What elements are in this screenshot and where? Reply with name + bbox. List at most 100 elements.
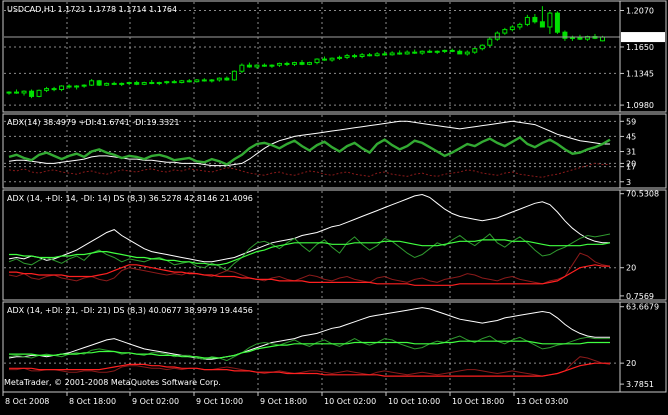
indicator-tick-label: 17	[626, 163, 636, 172]
candle-down	[554, 12, 560, 33]
candle-up	[194, 79, 200, 83]
candle-down	[577, 36, 583, 40]
current-price-label: 1.1764	[626, 33, 654, 42]
indicator-title: ADX (14, +DI: 14, -DI: 14) DS (8,3) 36.5…	[7, 194, 253, 203]
text-layer: 1.2070 1.1650 1.1345 1.0980 1.1764 USDCAD,H1 …	[5, 5, 665, 406]
candle-down	[29, 90, 35, 97]
price-chart-title: USDCAD,H1 1.1721 1.1778 1.1714 1.1764	[7, 5, 177, 14]
candle-up	[21, 90, 27, 94]
series-di-line	[8, 252, 611, 285]
candle-down	[96, 80, 102, 86]
time-tick-label: 13 Oct 03:00	[516, 397, 568, 406]
indicator-tick-label: 59	[626, 117, 636, 126]
candle-up	[44, 88, 50, 91]
candle-down	[186, 80, 192, 83]
candle-up	[464, 51, 470, 55]
candle-down	[284, 62, 290, 65]
candle-up	[126, 82, 132, 85]
candle-up	[502, 29, 508, 34]
series-di-line	[8, 335, 610, 362]
series-di-line	[8, 162, 610, 178]
candle-down	[449, 49, 455, 52]
candle-up	[389, 52, 395, 56]
candle-up	[119, 82, 125, 85]
candle-up	[479, 44, 485, 50]
candle-down	[171, 81, 177, 84]
candle-down	[539, 21, 545, 28]
candle-up	[89, 80, 95, 86]
candle-down	[412, 51, 418, 54]
indicator-title: ADX(14) 38.4979 +DI:41.6741 -DI:19.3321	[7, 118, 179, 127]
candle-down	[66, 85, 72, 88]
candle-up	[442, 49, 448, 52]
candle-up	[517, 23, 523, 28]
time-tick-label: 8 Oct 2008	[5, 397, 49, 406]
price-tick-label: 1.2070	[626, 7, 654, 16]
indicator-tick-label: 3.7851	[626, 380, 654, 389]
time-tick-label: 10 Oct 02:00	[324, 397, 376, 406]
candle-up	[231, 70, 237, 81]
candle-up	[239, 64, 245, 72]
pane-frame-0	[2, 0, 667, 113]
candle-down	[397, 52, 403, 55]
candle-up	[547, 12, 553, 28]
candle-down	[427, 50, 433, 53]
candle-down	[382, 53, 388, 56]
series-dsslow-line	[9, 340, 610, 359]
candle-up	[524, 16, 530, 25]
candle-down	[352, 55, 358, 58]
candle-up	[434, 50, 440, 53]
candle-up	[359, 54, 365, 57]
candle-down	[224, 77, 230, 81]
candle-up	[472, 48, 478, 53]
candle-down	[201, 79, 207, 82]
indicator-tick-label: 20	[626, 359, 636, 368]
candle-up	[404, 51, 410, 55]
candle-down	[246, 64, 252, 68]
candle-down	[51, 88, 57, 91]
time-tick-label: 9 Oct 18:00	[260, 397, 307, 406]
candle-up	[329, 57, 335, 61]
candle-down	[299, 62, 305, 65]
candle-up	[74, 85, 80, 88]
time-tick-label: 9 Oct 10:00	[196, 397, 243, 406]
candle-up	[209, 79, 215, 82]
time-tick-label: 8 Oct 18:00	[69, 397, 116, 406]
series-adx-line	[8, 120, 610, 167]
candle-up	[291, 62, 297, 65]
candle-up	[487, 38, 493, 46]
series-dsslow-line	[9, 239, 611, 266]
candle-down	[111, 82, 117, 85]
candle-down	[322, 58, 328, 61]
price-tick-label: 1.0980	[626, 101, 654, 110]
candle-down	[457, 50, 463, 55]
price-tick-label: 1.1345	[626, 69, 654, 78]
candle-down	[134, 82, 140, 85]
indicator-tick-label: 45	[626, 132, 636, 141]
pane-frame-2	[2, 189, 667, 301]
indicator-tick-label: 31	[626, 148, 636, 157]
candle-down	[261, 64, 267, 67]
candle-up	[314, 58, 320, 64]
price-tick-label: 1.1650	[626, 43, 654, 52]
indicator-tick-label: 0.7569	[626, 292, 654, 301]
chart-canvas[interactable]: 1.2070 1.1650 1.1345 1.0980 1.1764 USDCAD,H1 …	[0, 0, 668, 411]
candle-up	[307, 62, 312, 65]
candle-down	[14, 91, 20, 94]
candle-up	[6, 91, 12, 94]
series-dsred-line	[9, 362, 610, 377]
series-di-line	[8, 136, 611, 166]
candle-down	[532, 16, 538, 23]
candle-up	[164, 81, 170, 84]
candle-up	[374, 53, 380, 57]
candle-down	[367, 54, 373, 57]
candle-up	[599, 36, 605, 42]
candle-up	[81, 84, 87, 87]
candle-down	[149, 82, 155, 85]
candle-up	[179, 80, 185, 84]
candle-up	[254, 64, 260, 68]
chart-window[interactable]: 1.2070 1.1650 1.1345 1.0980 1.1764 USDCAD,H1 …	[0, 0, 668, 411]
candle-up	[344, 55, 350, 58]
series-di-line	[8, 233, 611, 272]
indicator-title: ADX (14, +DI: 21, -DI: 21) DS (8,3) 40.0…	[7, 306, 253, 315]
